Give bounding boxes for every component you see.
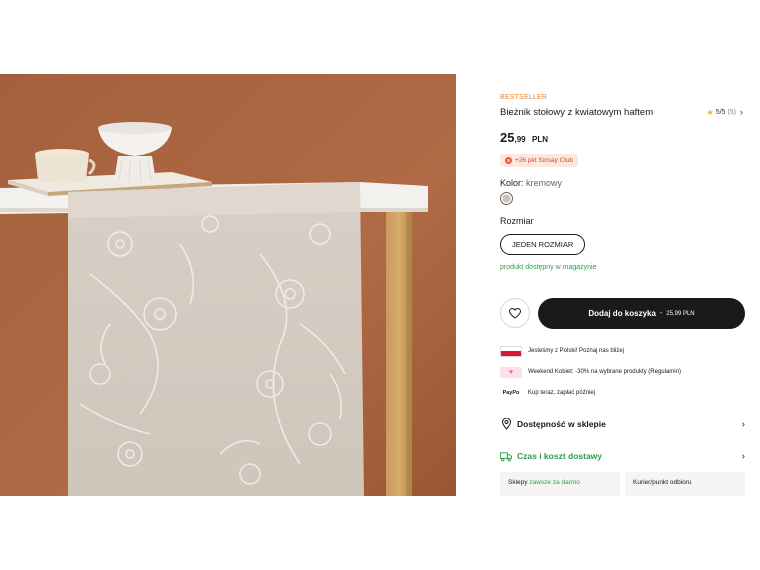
price-decimal: ,99 (514, 135, 526, 144)
product-title: Bieżnik stołowy z kwiatowym haftem (500, 107, 654, 118)
color-swatch-kremowy[interactable] (500, 192, 513, 205)
location-pin-icon (500, 418, 512, 430)
chevron-right-icon: › (740, 107, 743, 117)
size-option-button[interactable]: JEDEN ROZMIAR (500, 234, 586, 255)
info-row-promo[interactable]: ♥ Weekend Kobiet: -30% na wybrane produk… (500, 365, 681, 379)
delivery-option-courier[interactable]: Kurier/punkt odbioru (625, 472, 745, 496)
star-icon: ★ (706, 107, 714, 117)
size-label: Rozmiar (500, 216, 534, 226)
pink-heart-icon: ♥ (500, 366, 522, 378)
color-value: kremowy (526, 178, 563, 188)
info-row-paypo[interactable]: PayPo Kup teraz, zapłać później (500, 386, 595, 400)
add-to-cart-label: Dodaj do koszyka (588, 309, 656, 318)
sinsay-club-icon: s (505, 157, 512, 164)
heart-icon (509, 307, 521, 319)
price-currency: PLN (532, 135, 549, 144)
club-points-badge: s +26 pkt Sinsay Club (500, 154, 578, 167)
poland-flag-icon (500, 345, 522, 357)
add-to-cart-button[interactable]: Dodaj do koszyka - 25,99 PLN (538, 298, 745, 329)
store-availability-title: Dostępność w sklepie (517, 419, 606, 429)
add-to-cart-separator: - (659, 310, 663, 317)
price-integer: 25 (500, 130, 515, 145)
delivery-section[interactable]: Czas i koszt dostawy › (500, 448, 745, 464)
color-label: Kolor: kremowy (500, 178, 562, 188)
info-text-paypo: Kup teraz, zapłać później (528, 390, 596, 396)
product-price: 25,99 PLN (500, 129, 548, 147)
stores-note: zawsze za darmo (529, 479, 580, 486)
color-label-text: Kolor: (500, 178, 524, 188)
bestseller-badge: BESTSELLER (500, 94, 548, 101)
chevron-right-icon: › (741, 450, 745, 462)
product-rating[interactable]: ★ 5/5 (5) › (707, 107, 743, 117)
info-row-poland[interactable]: Jesteśmy z Polski! Poznaj nas bliżej (500, 344, 624, 358)
paypo-icon: PayPo (502, 390, 520, 396)
courier-label: Kurier/punkt odbioru (633, 479, 692, 486)
chevron-right-icon: › (741, 418, 745, 430)
rating-count: (5) (727, 108, 736, 116)
info-text-poland: Jesteśmy z Polski! Poznaj nas bliżej (528, 348, 625, 354)
delivery-option-stores[interactable]: Sklepy zawsze za darmo (500, 472, 620, 496)
wishlist-button[interactable] (500, 298, 530, 328)
rating-score: 5/5 (715, 108, 726, 116)
product-image[interactable] (0, 74, 456, 496)
delivery-title: Czas i koszt dostawy (517, 451, 603, 461)
info-text-promo: Weekend Kobiet: -30% na wybrane produkty… (528, 369, 681, 375)
store-availability-section[interactable]: Dostępność w sklepie › (500, 416, 745, 432)
stores-label: Sklepy (508, 479, 528, 486)
delivery-truck-icon (500, 450, 512, 462)
add-to-cart-price: 25,99 PLN (666, 310, 695, 317)
availability-status: produkt dostępny w magazynie (500, 264, 597, 271)
club-points-text: +26 pkt Sinsay Club (515, 157, 573, 164)
